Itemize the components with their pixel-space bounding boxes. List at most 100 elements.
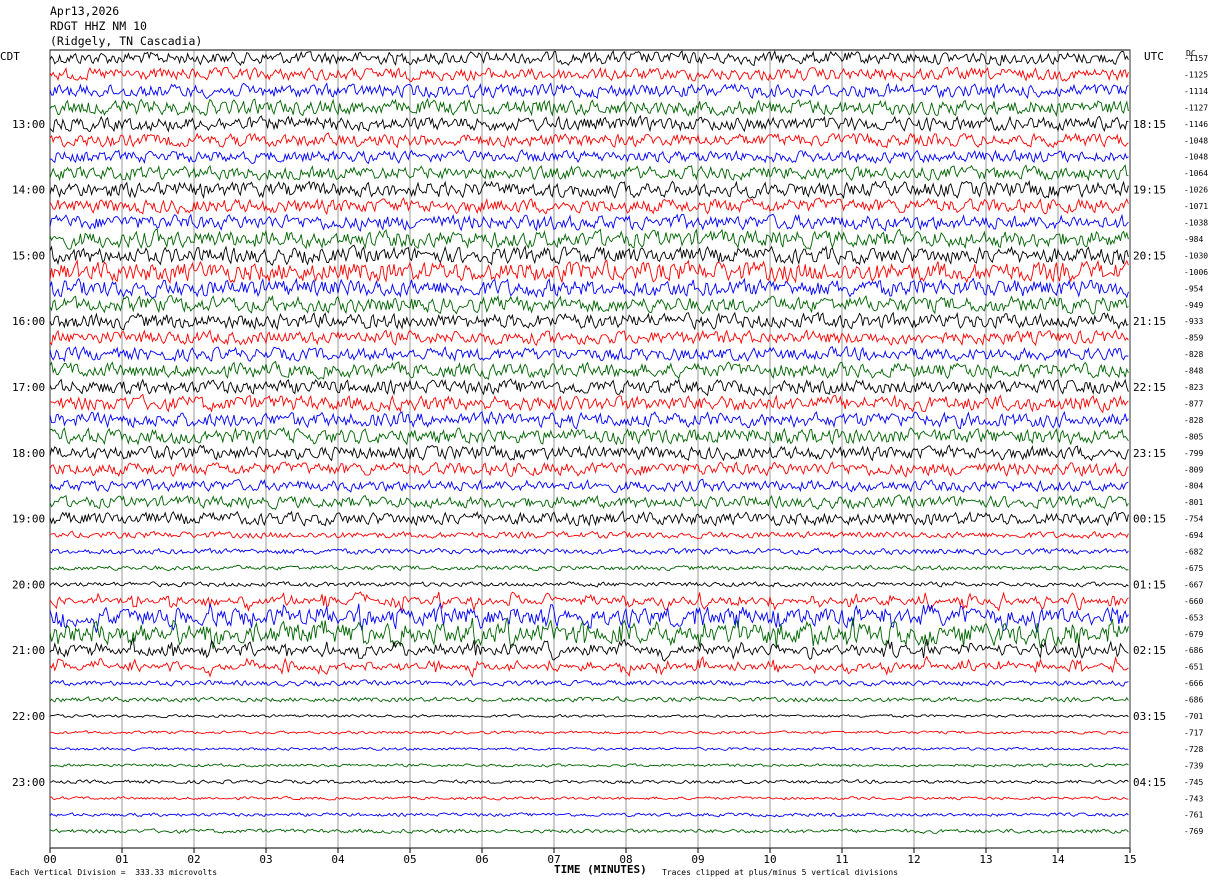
dc-offset-label: -745 <box>1184 778 1203 787</box>
dc-offset-label: -739 <box>1184 761 1203 770</box>
trace-line <box>49 197 1129 215</box>
dc-offset-label: -754 <box>1184 515 1203 524</box>
trace-line <box>49 132 1129 149</box>
dc-offset-label: -805 <box>1184 432 1203 441</box>
trace-line <box>49 97 1129 117</box>
x-tick-label: 04 <box>331 853 345 866</box>
hour-label-left: 23:00 <box>12 776 45 789</box>
trace-line <box>49 637 1129 662</box>
hour-label-right: 02:15 <box>1133 644 1166 657</box>
dc-offset-label: -1125 <box>1184 70 1208 79</box>
dc-offset-label: -743 <box>1184 794 1203 803</box>
trace-line <box>49 360 1129 380</box>
axis-labels: 00 01 02 03 04 05 06 07 08 09 10 11 12 13 14 15-1157-11… <box>12 54 1208 866</box>
dc-offset-label: -686 <box>1184 646 1203 655</box>
dc-offset-label: -823 <box>1184 383 1203 392</box>
x-tick-label: 13 <box>979 853 992 866</box>
trace-line <box>49 510 1129 527</box>
dc-offset-label: -801 <box>1184 498 1203 507</box>
dc-offset-label: -686 <box>1184 696 1203 705</box>
trace-line <box>49 655 1129 679</box>
dc-offset-label: -653 <box>1184 613 1203 622</box>
dc-header: DC <box>1186 49 1196 58</box>
hour-label-left: 14:00 <box>12 184 45 197</box>
helicorder-plot: 00 01 02 03 04 05 06 07 08 09 10 11 12 13 14 15-1157-11… <box>12 49 1208 866</box>
dc-offset-label: -984 <box>1184 235 1203 244</box>
dc-offset-label: -1146 <box>1184 120 1208 129</box>
trace-line <box>49 730 1129 735</box>
dc-offset-label: -728 <box>1184 745 1203 754</box>
trace-line <box>49 581 1129 588</box>
station-id: RDGT HHZ NM 10 <box>50 19 147 33</box>
trace-line <box>49 795 1129 801</box>
trace-line <box>49 828 1129 835</box>
trace-line <box>49 311 1129 331</box>
trace-line <box>49 213 1129 232</box>
trace-line <box>49 779 1129 785</box>
dc-offset-label: -1048 <box>1184 136 1208 145</box>
hour-label-right: 21:15 <box>1133 315 1166 328</box>
x-tick-label: 12 <box>907 853 920 866</box>
trace-line <box>49 713 1129 719</box>
dc-offset-label: -1026 <box>1184 186 1208 195</box>
trace-line <box>49 679 1129 687</box>
dc-offset-label: -1048 <box>1184 153 1208 162</box>
trace-line <box>49 410 1129 430</box>
trace-line <box>49 180 1129 200</box>
dc-offset-label: -809 <box>1184 465 1203 474</box>
hour-label-left: 15:00 <box>12 249 45 262</box>
dc-offset-label: -660 <box>1184 597 1203 606</box>
trace-line <box>49 426 1129 446</box>
dc-offset-label: -804 <box>1184 482 1203 491</box>
hour-label-right: 04:15 <box>1133 776 1166 789</box>
dc-offset-label: -828 <box>1184 350 1203 359</box>
dc-offset-label: -682 <box>1184 548 1203 557</box>
dc-offset-label: -666 <box>1184 679 1203 688</box>
dc-offset-label: -949 <box>1184 301 1203 310</box>
hour-label-left: 18:00 <box>12 447 45 460</box>
dc-offset-label: -679 <box>1184 630 1203 639</box>
dc-offset-label: -667 <box>1184 580 1203 589</box>
dc-offset-label: -651 <box>1184 663 1203 672</box>
trace-line <box>49 329 1129 347</box>
hour-label-left: 16:00 <box>12 315 45 328</box>
trace-line <box>49 617 1129 650</box>
trace-line <box>49 259 1129 285</box>
trace-line <box>49 444 1129 462</box>
dc-offset-label: -1006 <box>1184 268 1208 277</box>
trace-line <box>49 763 1129 768</box>
trace-line <box>49 114 1129 133</box>
x-tick-label: 00 <box>43 853 56 866</box>
dc-offset-label: -933 <box>1184 317 1203 326</box>
trace-line <box>49 591 1129 612</box>
trace-line <box>49 547 1129 556</box>
x-tick-label: 11 <box>835 853 848 866</box>
trace-line <box>49 50 1129 67</box>
x-tick-label: 10 <box>763 853 776 866</box>
dc-offset-label: -799 <box>1184 449 1203 458</box>
x-tick-label: 14 <box>1051 853 1065 866</box>
x-tick-label: 02 <box>187 853 200 866</box>
trace-line <box>49 378 1129 397</box>
trace-line <box>49 393 1129 414</box>
trace-line <box>49 494 1129 510</box>
trace-line <box>49 149 1129 165</box>
left-zone-label: CDT <box>0 50 20 63</box>
x-tick-label: 15 <box>1123 853 1136 866</box>
seismic-traces <box>49 50 1129 835</box>
trace-line <box>49 696 1129 703</box>
hour-label-left: 20:00 <box>12 578 45 591</box>
trace-line <box>49 461 1129 478</box>
hour-label-right: 19:15 <box>1133 184 1166 197</box>
trace-line <box>49 530 1129 540</box>
dc-offset-label: -717 <box>1184 728 1203 737</box>
dc-offset-label: -694 <box>1184 531 1203 540</box>
trace-line <box>49 294 1129 315</box>
dc-offset-label: -761 <box>1184 811 1203 820</box>
trace-line <box>49 345 1129 363</box>
dc-offset-label: -769 <box>1184 827 1203 836</box>
dc-offset-label: -877 <box>1184 399 1203 408</box>
trace-line <box>49 564 1129 572</box>
dc-offset-label: -828 <box>1184 416 1203 425</box>
dc-offset-label: -1064 <box>1184 169 1208 178</box>
